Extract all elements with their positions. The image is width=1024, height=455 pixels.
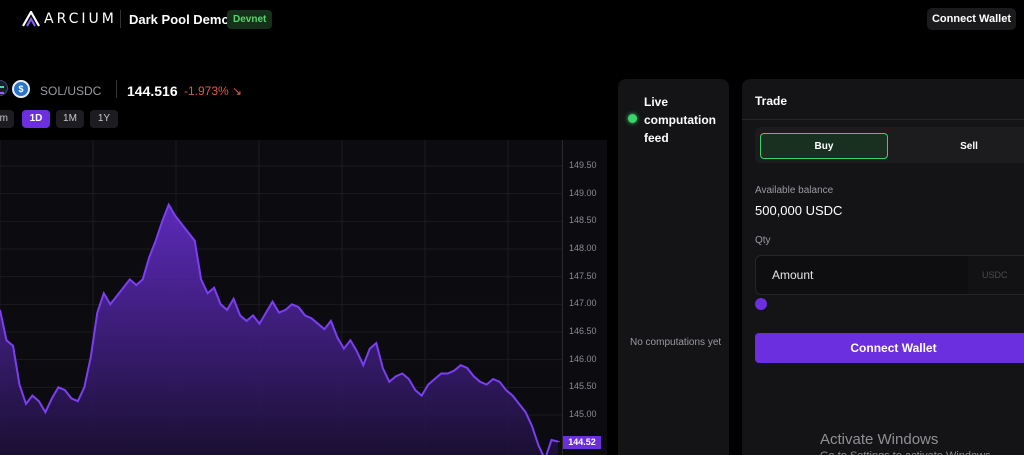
y-tick-label: 149.50 (569, 160, 597, 170)
top-header: ARCIUM Dark Pool Demo Devnet Connect Wal… (0, 0, 1024, 40)
price-chart-svg (0, 140, 562, 455)
qty-slider-thumb[interactable] (755, 298, 767, 310)
last-price-tag: 144.52 (563, 436, 601, 449)
balance-label: Available balance (755, 185, 834, 196)
arcium-logo[interactable]: ARCIUM (22, 11, 117, 27)
windows-activation-title: Activate Windows (820, 431, 939, 448)
price-change: -1.973% ↘ (184, 84, 243, 98)
y-tick-label: 146.00 (569, 353, 597, 364)
network-badge: Devnet (227, 10, 273, 29)
balance-value: 500,000 USDC (755, 203, 843, 218)
y-tick-label: 148.00 (569, 243, 597, 253)
trade-connect-wallet-button[interactable]: Connect Wallet (755, 333, 1024, 363)
usdc-token-icon: $ (12, 80, 30, 98)
live-status-dot (628, 114, 637, 123)
ticker-divider (116, 80, 117, 98)
sol-token-icon (0, 80, 8, 96)
trade-title: Trade (755, 94, 788, 108)
trading-pair[interactable]: SOL/USDC (40, 84, 101, 98)
amount-unit: USDC (968, 256, 1024, 294)
y-tick-label: 145.00 (569, 409, 597, 419)
buy-tab[interactable]: Buy (760, 133, 888, 159)
y-tick-label: 149.00 (569, 187, 597, 198)
y-axis-line (562, 140, 563, 455)
y-tick-label: 146.50 (569, 326, 597, 336)
computation-feed-panel: Live computation feed No computations ye… (618, 79, 729, 455)
timeframe-1y-button[interactable]: 1Y (90, 110, 118, 128)
y-tick-label: 147.00 (569, 298, 597, 309)
y-tick-label: 145.50 (569, 381, 597, 392)
app-title: Dark Pool Demo (129, 12, 230, 27)
qty-label: Qty (755, 235, 771, 246)
arcium-logo-icon (22, 11, 40, 27)
amount-input[interactable] (756, 256, 966, 294)
side-toggle: Buy Sell (755, 127, 1024, 163)
current-price: 144.516 (127, 83, 178, 99)
logo-wordmark: ARCIUM (44, 11, 117, 27)
windows-activation-subtitle: Go to Settings to activate Windows. (820, 449, 1020, 455)
trade-panel: Trade Buy Sell Available balance 500,000… (742, 79, 1024, 455)
y-tick-label: 147.50 (569, 270, 597, 281)
y-tick-label: 148.50 (569, 215, 597, 226)
feed-empty-message: No computations yet (630, 337, 722, 348)
timeframe-1m-button[interactable]: 1M (56, 110, 84, 128)
sell-tab[interactable]: Sell (905, 133, 1024, 159)
trade-divider (742, 119, 1024, 120)
timeframe-5m-button[interactable]: 5m (0, 110, 14, 128)
qty-field: USDC (755, 255, 1024, 295)
timeframe-1d-button[interactable]: 1D (22, 110, 50, 128)
header-connect-wallet-button[interactable]: Connect Wallet (927, 8, 1016, 30)
price-area-fill (0, 204, 558, 455)
header-divider (120, 10, 121, 28)
feed-title: Live computation feed (644, 95, 716, 145)
price-chart[interactable] (0, 140, 607, 455)
